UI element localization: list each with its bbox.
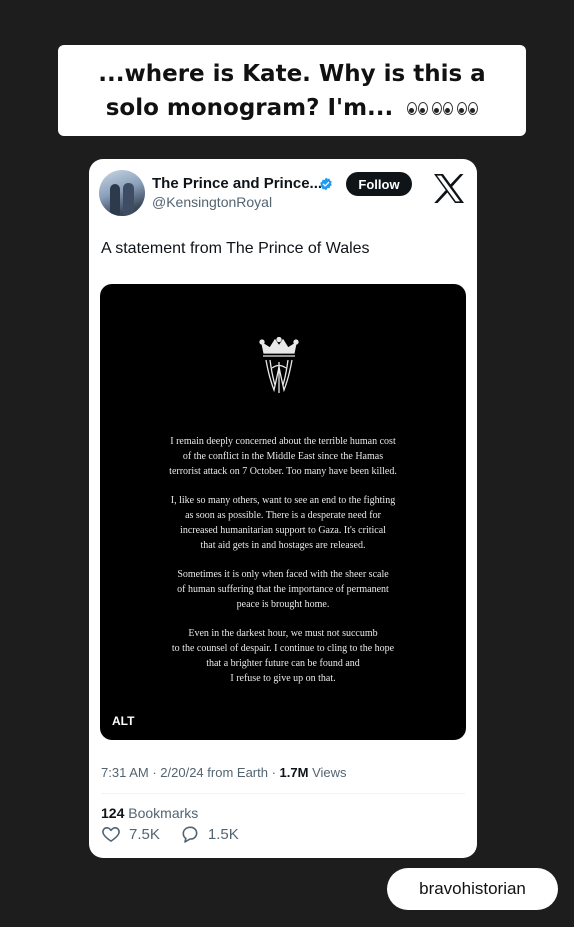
views-count: 1.7M	[279, 765, 309, 780]
reply-icon	[182, 826, 198, 843]
eyes-emoji	[407, 101, 429, 115]
views-label: Views	[312, 765, 347, 780]
follow-button[interactable]: Follow	[346, 172, 412, 196]
story-caption: ...where is Kate. Why is this a solo mon…	[58, 45, 526, 136]
bookmarks-label: Bookmarks	[128, 805, 199, 821]
bookmarks-count: 124	[101, 805, 125, 821]
tweet-card[interactable]: The Prince and Prince... @KensingtonRoya…	[89, 159, 477, 858]
bookmarks-stat[interactable]: 124 Bookmarks	[101, 805, 198, 821]
statement-paragraph-3: Sometimes it is only when faced with the…	[177, 569, 389, 610]
heart-icon	[102, 827, 120, 842]
eyes-emoji	[457, 101, 479, 115]
tweet-text: A statement from The Prince of Wales	[101, 240, 370, 257]
username-sticker[interactable]: bravohistorian	[387, 868, 558, 910]
statement-paragraph-2: I, like so many others, want to see an e…	[170, 495, 396, 551]
caption-line-2-wrap: solo monogram? I'm...	[106, 91, 479, 125]
tweet-source: from Earth	[207, 765, 268, 780]
statement-image[interactable]: I remain deeply concerned about the terr…	[100, 284, 466, 740]
caption-line-1: ...where is Kate. Why is this a	[98, 60, 486, 87]
x-logo-icon	[434, 174, 464, 203]
eyes-emoji-group	[407, 101, 479, 115]
statement-paragraph-1: I remain deeply concerned about the terr…	[169, 436, 397, 477]
display-name[interactable]: The Prince and Prince...	[152, 175, 322, 192]
eyes-emoji	[432, 101, 454, 115]
crowned-w-monogram-icon	[259, 337, 299, 393]
verified-badge-icon	[320, 177, 332, 191]
caption-line-2: solo monogram? I'm...	[105, 94, 394, 121]
alt-badge[interactable]: ALT	[112, 714, 134, 728]
like-count: 7.5K	[129, 825, 160, 843]
divider	[101, 793, 465, 794]
tweet-meta: 7:31 AM · 2/20/24 from Earth · 1.7M View…	[101, 765, 347, 780]
statement-body: I remain deeply concerned about the terr…	[120, 434, 446, 700]
reply-count: 1.5K	[207, 825, 239, 843]
tweet-date[interactable]: 2/20/24	[160, 765, 203, 780]
tweet-actions: 7.5K 1.5K	[101, 824, 239, 844]
statement-paragraph-4: Even in the darkest hour, we must not su…	[171, 628, 395, 684]
like-button[interactable]: 7.5K	[101, 824, 160, 844]
user-handle[interactable]: @KensingtonRoyal	[152, 194, 272, 210]
tweet-time[interactable]: 7:31 AM	[101, 765, 149, 780]
reply-button[interactable]: 1.5K	[180, 824, 239, 844]
avatar[interactable]	[99, 170, 145, 216]
